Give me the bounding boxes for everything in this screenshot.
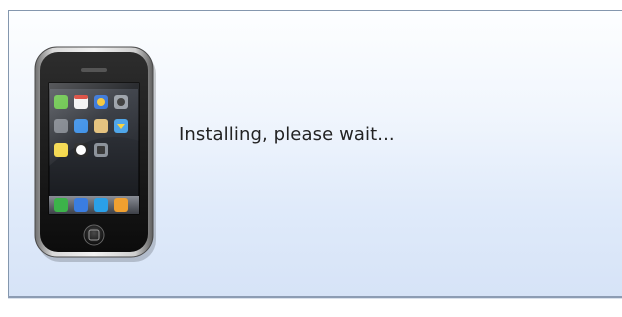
install-status-message: Installing, please wait... <box>179 124 395 145</box>
iphone-device-icon <box>34 46 156 262</box>
installer-window: Installing, please wait... <box>0 0 622 317</box>
panel-divider-shadow <box>8 298 622 299</box>
